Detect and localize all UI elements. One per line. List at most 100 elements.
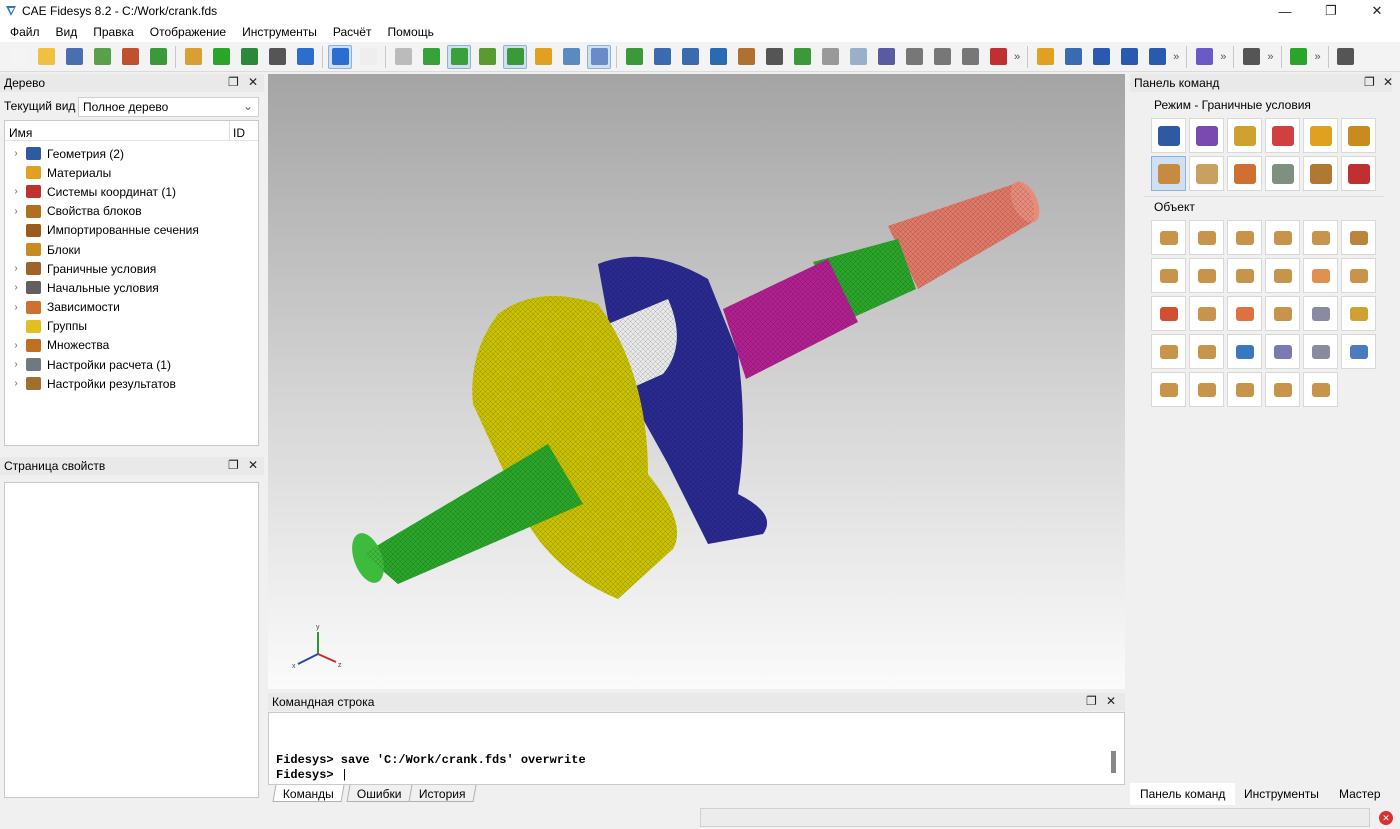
- green-box-icon[interactable]: [790, 45, 814, 69]
- tree-item[interactable]: Блоки: [5, 240, 258, 259]
- chevron-right-icon[interactable]: ›: [9, 340, 23, 351]
- sphere-icon[interactable]: [874, 45, 898, 69]
- tab-history[interactable]: История: [408, 785, 477, 802]
- wireframe-cube-icon[interactable]: [356, 45, 380, 69]
- column-divider[interactable]: [229, 121, 230, 141]
- close-icon[interactable]: ✕: [248, 75, 258, 89]
- tool-icon[interactable]: [265, 45, 289, 69]
- float-icon[interactable]: ❐: [1364, 75, 1375, 89]
- console-prompt[interactable]: Fidesys> |: [276, 768, 348, 782]
- float-icon[interactable]: ❐: [228, 458, 239, 472]
- bearing-icon[interactable]: [1151, 334, 1186, 369]
- acceleration-icon[interactable]: [1265, 258, 1300, 293]
- tree-item[interactable]: › Системы координат (1): [5, 182, 258, 201]
- float-icon[interactable]: ❐: [1086, 694, 1097, 708]
- coord-system-icon[interactable]: [1265, 118, 1300, 153]
- tab-tools[interactable]: Инструменты: [1244, 783, 1319, 805]
- tab-commands[interactable]: Команды: [272, 785, 345, 802]
- ruler-icon[interactable]: [1033, 45, 1057, 69]
- edit-icon[interactable]: [181, 45, 205, 69]
- 3d-viewport[interactable]: y z x: [268, 74, 1125, 689]
- crosshair-icon[interactable]: [1192, 45, 1216, 69]
- tree-item[interactable]: › Начальные условия: [5, 278, 258, 297]
- command-console[interactable]: Fidesys> save 'C:/Work/crank.fds' overwr…: [268, 712, 1125, 785]
- tree-item[interactable]: › Множества: [5, 336, 258, 355]
- chevron-right-icon[interactable]: ›: [9, 148, 23, 159]
- blue-cube-2-icon[interactable]: [1117, 45, 1141, 69]
- grey-box-icon[interactable]: [818, 45, 842, 69]
- initial-conditions-icon[interactable]: [1189, 156, 1224, 191]
- open-folder-icon[interactable]: [34, 45, 58, 69]
- flux-wall-icon[interactable]: [1265, 296, 1300, 331]
- menu-item[interactable]: Инструменты: [234, 25, 325, 39]
- console-scrollbar[interactable]: [1111, 751, 1116, 773]
- tree-item[interactable]: › Настройки расчета (1): [5, 355, 258, 374]
- menu-item[interactable]: Расчёт: [325, 25, 380, 39]
- play-icon[interactable]: [209, 45, 233, 69]
- chevron-right-icon[interactable]: ›: [9, 186, 23, 197]
- radiation-1-icon[interactable]: [1303, 296, 1338, 331]
- tree-item[interactable]: Импортированные сечения: [5, 221, 258, 240]
- green-cube-2-icon[interactable]: [447, 44, 471, 69]
- cluster-icon[interactable]: [1061, 45, 1085, 69]
- check-icon[interactable]: [146, 45, 170, 69]
- chevron-right-icon[interactable]: ›: [9, 359, 23, 370]
- close-window-button[interactable]: ✕: [1354, 0, 1400, 22]
- column-name[interactable]: Имя: [9, 126, 32, 140]
- gravity-icon[interactable]: [1303, 220, 1338, 255]
- displacement-icon[interactable]: [1151, 220, 1186, 255]
- clip-2-icon[interactable]: [930, 45, 954, 69]
- save-as-icon[interactable]: [90, 45, 114, 69]
- connector-icon[interactable]: [1265, 372, 1300, 407]
- overflow-icon[interactable]: »: [1315, 51, 1321, 63]
- error-indicator-icon[interactable]: ✕: [1379, 811, 1393, 825]
- menu-item[interactable]: Вид: [48, 25, 86, 39]
- mesh-icon[interactable]: [1189, 118, 1224, 153]
- dependencies-icon[interactable]: [1227, 156, 1262, 191]
- menu-item[interactable]: Файл: [2, 25, 48, 39]
- overflow-icon[interactable]: »: [1014, 51, 1020, 63]
- boundary-conditions-icon[interactable]: [1151, 156, 1186, 191]
- chevron-right-icon[interactable]: ›: [9, 263, 23, 274]
- materials-icon[interactable]: [1227, 118, 1262, 153]
- shapes-icon[interactable]: [475, 45, 499, 69]
- thermal-icon[interactable]: [1189, 334, 1224, 369]
- minimize-button[interactable]: —: [1262, 0, 1308, 22]
- move-icon[interactable]: [1265, 334, 1300, 369]
- spring-icon[interactable]: [1151, 372, 1186, 407]
- undo-icon[interactable]: [328, 44, 352, 69]
- menu-item[interactable]: Помощь: [379, 25, 441, 39]
- tab-wizard[interactable]: Мастер: [1339, 783, 1381, 805]
- zoom-in-icon[interactable]: [650, 45, 674, 69]
- run-icon[interactable]: [1287, 45, 1311, 69]
- tree-item[interactable]: Группы: [5, 317, 258, 336]
- menu-item[interactable]: Отображение: [142, 25, 234, 39]
- tree-view[interactable]: Имя ID › Геометрия (2) Материалы › Системы к…: [4, 120, 259, 446]
- analysis-settings-icon[interactable]: [1265, 156, 1300, 191]
- column-id[interactable]: ID: [233, 126, 245, 140]
- overflow-icon[interactable]: »: [1220, 51, 1226, 63]
- export-icon[interactable]: [118, 45, 142, 69]
- menu-item[interactable]: Правка: [85, 25, 142, 39]
- stop-icon[interactable]: [237, 45, 261, 69]
- angular-velocity-icon[interactable]: [1189, 258, 1224, 293]
- close-icon[interactable]: ✕: [1106, 694, 1116, 708]
- clip-3-icon[interactable]: [958, 45, 982, 69]
- pressure-icon[interactable]: [1265, 220, 1300, 255]
- geometry-icon[interactable]: [1151, 118, 1186, 153]
- tree-item[interactable]: Материалы: [5, 163, 258, 182]
- tab-command-panel[interactable]: Панель команд: [1130, 783, 1236, 805]
- blocks-icon[interactable]: [1303, 118, 1338, 153]
- mesh-cube-icon[interactable]: [503, 44, 527, 69]
- sets-icon[interactable]: [1341, 118, 1376, 153]
- crankshaft-model[interactable]: y z x: [268, 74, 1125, 689]
- blue-cube-1-icon[interactable]: [1089, 45, 1113, 69]
- transp-box-icon[interactable]: [846, 45, 870, 69]
- chevron-right-icon[interactable]: ›: [9, 206, 23, 217]
- pick-icon[interactable]: [293, 45, 317, 69]
- axes-icon[interactable]: [1334, 45, 1358, 69]
- grid-icon[interactable]: [559, 45, 583, 69]
- fit-icon[interactable]: [587, 44, 611, 69]
- radiation-3-icon[interactable]: [1303, 334, 1338, 369]
- tab-errors[interactable]: Ошибки: [346, 785, 412, 802]
